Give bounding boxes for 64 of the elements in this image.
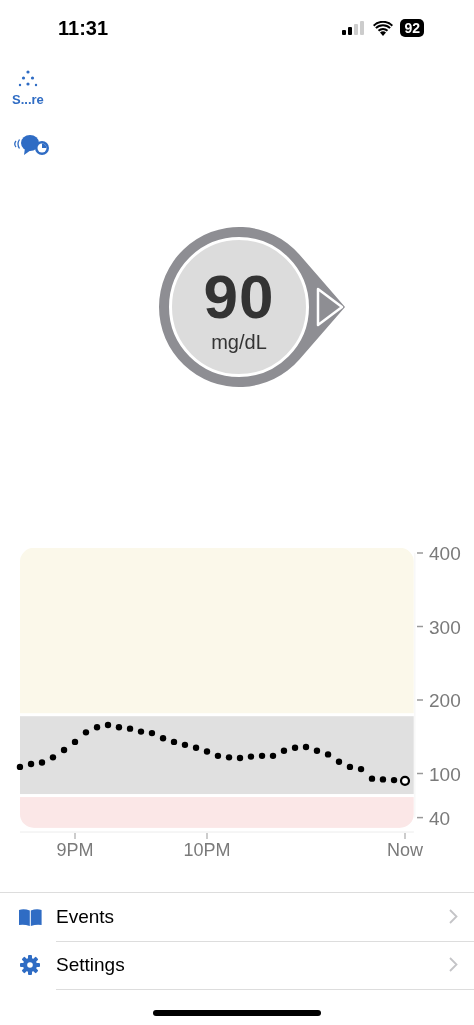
y-axis-label: 40 [416,807,451,829]
alerts-button[interactable] [12,133,52,157]
reading-dot [390,776,398,784]
reading-dot [159,735,167,742]
battery-level: 92 [400,19,424,37]
clock-time: 11:31 [58,16,109,40]
reading-dot [170,738,178,746]
reading-dot [368,775,376,782]
reading-dot [236,754,244,762]
y-tick-label: 100 [429,763,461,785]
y-tick-label: 400 [429,543,461,564]
reading-dot [104,721,112,729]
sensor-button[interactable]: S...re [12,70,44,107]
reading-dot [137,728,145,735]
y-axis-label: 200 [416,690,461,711]
reading-dot [280,747,288,754]
reading-dot [302,743,310,751]
menu-item[interactable]: Settings [0,941,474,989]
reading-dot [291,744,299,751]
x-axis-label: 9PM [56,840,94,860]
reading-dot [60,746,68,754]
reading-dot [181,741,189,749]
reading-dot [269,752,277,760]
reading-dot [357,765,365,773]
x-axis-label: 10PM [183,840,231,860]
unit-label: mg/dL [211,330,267,354]
y-tick-label: 200 [429,690,461,711]
x-axis-label: Now [387,840,423,860]
reading-dot [148,729,156,737]
y-tick-label: 40 [429,807,451,829]
menu-item[interactable]: Events [0,893,474,941]
current-reading-marker [399,775,411,786]
reading-dot [16,763,24,771]
chevron-icon [449,909,458,924]
y-axis-label: 100 [416,763,461,785]
glucose-value: 90 [203,264,275,330]
reading-dot [346,763,354,771]
y-tick-label: 300 [429,616,461,638]
reading-dot [82,729,90,736]
reading-dot [247,753,255,760]
signal-icon [342,21,367,35]
reading-dot [115,724,123,731]
reading-dot [49,754,57,761]
reading-dot [71,738,79,746]
y-axis-label: 300 [416,616,461,638]
reading-dot [225,754,233,761]
reading-dot [214,752,222,760]
reading-dot [258,752,266,760]
reading-dot [203,748,211,755]
reading-dot [27,760,35,768]
reading-dot [126,725,134,732]
reading-dot [192,744,200,751]
reading-dot [313,747,321,754]
reading-dot [379,776,387,783]
y-axis-label: 400 [416,543,461,564]
chevron-icon [449,957,458,972]
settings-icon [20,955,40,975]
book-icon [18,908,42,926]
reading-dot [38,759,46,766]
wifi-icon [373,20,394,36]
chat-bubble-icon [12,133,52,157]
reading-dot [93,724,101,731]
reading-dot [335,758,343,765]
reading-dot [324,751,332,758]
